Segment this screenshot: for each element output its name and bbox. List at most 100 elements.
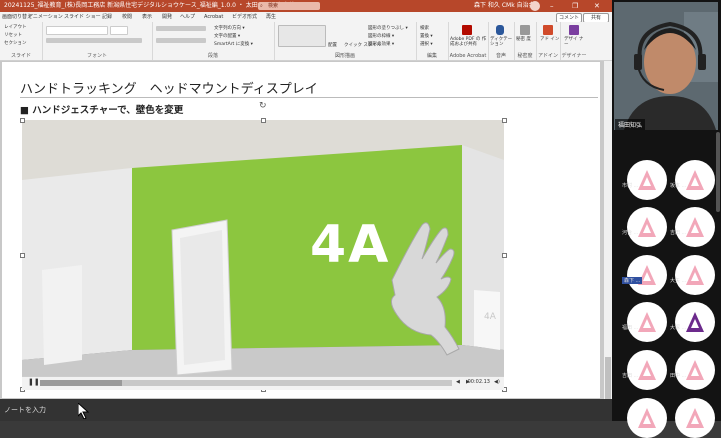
- participants-scrollbar[interactable]: [716, 132, 720, 212]
- avatar-logo-icon: [638, 360, 656, 380]
- resize-handle[interactable]: [261, 118, 266, 123]
- video-progress-bar[interactable]: [40, 380, 452, 386]
- user-name[interactable]: 森下 和久 CMk 自治会: [474, 0, 535, 12]
- participant-avatar[interactable]: [627, 207, 667, 247]
- font-name-box[interactable]: [46, 26, 108, 35]
- video-time: 00:02.13: [467, 379, 490, 385]
- participant-name: 大塚 ...: [670, 325, 687, 331]
- avatar-logo-icon: [638, 170, 656, 190]
- shape-outline-button[interactable]: 図形の枠線 ▾: [368, 33, 394, 39]
- font-group: フォント: [42, 22, 153, 60]
- resize-handle[interactable]: [502, 118, 507, 123]
- section-button[interactable]: セクション: [4, 40, 27, 46]
- participant-avatar[interactable]: [675, 255, 715, 295]
- shapes-gallery[interactable]: [278, 25, 326, 47]
- volume-icon[interactable]: ◀): [494, 379, 500, 385]
- minimize-icon[interactable]: –: [550, 0, 554, 12]
- find-button[interactable]: 検索: [420, 25, 429, 31]
- select-button[interactable]: 選択 ▾: [420, 41, 433, 47]
- participant-avatar[interactable]: [627, 302, 667, 342]
- avatar-logo-icon: [686, 170, 704, 190]
- shape-fill-button[interactable]: 図形の塗りつぶし ▾: [368, 25, 408, 31]
- vr-scene: [22, 120, 504, 390]
- participant-name: 森下 ...: [622, 277, 643, 284]
- participant-avatar[interactable]: [627, 160, 667, 200]
- avatar-logo-icon: [686, 360, 704, 380]
- tab-playback[interactable]: 再生: [266, 12, 276, 22]
- search-box[interactable]: ⌕ 検索: [258, 2, 320, 10]
- designer-button[interactable]: デザイ ナー: [564, 37, 586, 47]
- arrange-button[interactable]: 配置: [328, 42, 337, 48]
- tab-developer[interactable]: 開発: [162, 12, 172, 22]
- paragraph-group: 文字列の方向 ▾ 文字の配置 ▾ SmartArt に変換 ▾ 段落: [152, 22, 275, 60]
- ribbon: レイアウト リセット セクション スライド フォント 文字列の方向 ▾ 文字の配…: [0, 22, 612, 61]
- rotate-handle-icon[interactable]: ↻: [259, 101, 267, 111]
- addins-group: アド イン アドイン: [536, 22, 561, 60]
- tab-view[interactable]: 表示: [142, 12, 152, 22]
- tab-review[interactable]: 校閲: [122, 12, 132, 22]
- participant-name: 田中 ...: [670, 373, 687, 379]
- paragraph-group-label: 段落: [207, 53, 218, 59]
- participant-avatar[interactable]: [627, 398, 667, 438]
- tab-slideshow[interactable]: スライド ショー: [64, 12, 101, 22]
- participant-avatar[interactable]: [675, 398, 715, 438]
- designer-group-label: デザイナー: [561, 53, 587, 59]
- font-size-box[interactable]: [110, 26, 128, 35]
- drawing-group-label: 図形描画: [334, 53, 355, 59]
- create-pdf-button[interactable]: Adobe PDF の 作成および共有: [450, 37, 488, 47]
- font-format-buttons[interactable]: [46, 38, 142, 43]
- tab-animations[interactable]: アニメーション: [28, 12, 63, 22]
- list-buttons[interactable]: [156, 26, 206, 31]
- avatar-logo-icon: [686, 265, 704, 285]
- shape-effect-button[interactable]: 図形の効果 ▾: [368, 41, 394, 47]
- user-avatar[interactable]: [530, 1, 540, 11]
- slide-title[interactable]: ハンドトラッキング ヘッドマウントディスプレイ: [20, 78, 318, 97]
- video-frame[interactable]: 4A 4A: [22, 120, 504, 390]
- addins-group-label: アドイン: [537, 53, 558, 59]
- camera-feed[interactable]: [614, 2, 718, 130]
- dictate-button[interactable]: ディクテー ション: [490, 37, 514, 47]
- wall-sign-text: 4A: [310, 215, 391, 275]
- avatar-logo-icon: [638, 217, 656, 237]
- vertical-scrollbar[interactable]: [604, 61, 612, 417]
- slide-bullet[interactable]: ■ ハンドジェスチャーで、壁色を変更: [20, 102, 183, 116]
- voice-group: ディクテー ション 音声: [488, 22, 515, 60]
- addins-button[interactable]: アド イン: [540, 37, 560, 42]
- participant-name: 大矢 ...: [670, 278, 687, 284]
- video-controls: ❚❚ ◀ ▶ 00:02.13 ◀): [22, 376, 504, 390]
- align-buttons[interactable]: [156, 38, 206, 43]
- designer-icon: [569, 25, 579, 35]
- participant-avatar[interactable]: [675, 350, 715, 390]
- participant-avatar[interactable]: [627, 350, 667, 390]
- layout-button[interactable]: レイアウト: [4, 24, 27, 30]
- resize-handle[interactable]: [502, 253, 507, 258]
- microphone-icon: [496, 25, 504, 35]
- participant-avatar[interactable]: [675, 302, 715, 342]
- avatar-logo-icon: [638, 408, 656, 428]
- resize-handle[interactable]: [20, 253, 25, 258]
- participant-avatar[interactable]: [675, 207, 715, 247]
- font-group-label: フォント: [86, 53, 107, 59]
- tab-help[interactable]: ヘルプ: [180, 12, 195, 22]
- addins-icon: [543, 25, 553, 35]
- close-icon[interactable]: ✕: [594, 0, 600, 12]
- smartart-button[interactable]: SmartArt に変換 ▾: [214, 41, 253, 47]
- tab-record[interactable]: 記録: [102, 12, 112, 22]
- notes-pane[interactable]: ノートを入力: [0, 399, 612, 421]
- replace-button[interactable]: 置換 ▾: [420, 33, 433, 39]
- pause-icon[interactable]: ❚❚: [28, 378, 40, 386]
- tab-acrobat[interactable]: Acrobat: [204, 12, 223, 22]
- participant-avatar[interactable]: [675, 160, 715, 200]
- text-direction-button[interactable]: 文字列の方向 ▾: [214, 25, 245, 31]
- align-text-button[interactable]: 文字の配置 ▾: [214, 33, 240, 39]
- resize-handle[interactable]: [20, 118, 25, 123]
- tab-video-format[interactable]: ビデオ形式: [232, 12, 257, 22]
- mouse-cursor-icon: [78, 403, 90, 419]
- sensitivity-button[interactable]: 秘密 度: [516, 37, 536, 42]
- acrobat-group-label: Adobe Acrobat: [449, 53, 487, 59]
- rewind-icon[interactable]: ◀: [456, 379, 460, 385]
- participant-avatar[interactable]: [627, 255, 667, 295]
- restore-icon[interactable]: ❐: [572, 0, 578, 12]
- reset-button[interactable]: リセット: [4, 32, 22, 38]
- camera-name-label: 福田知弘: [615, 119, 646, 130]
